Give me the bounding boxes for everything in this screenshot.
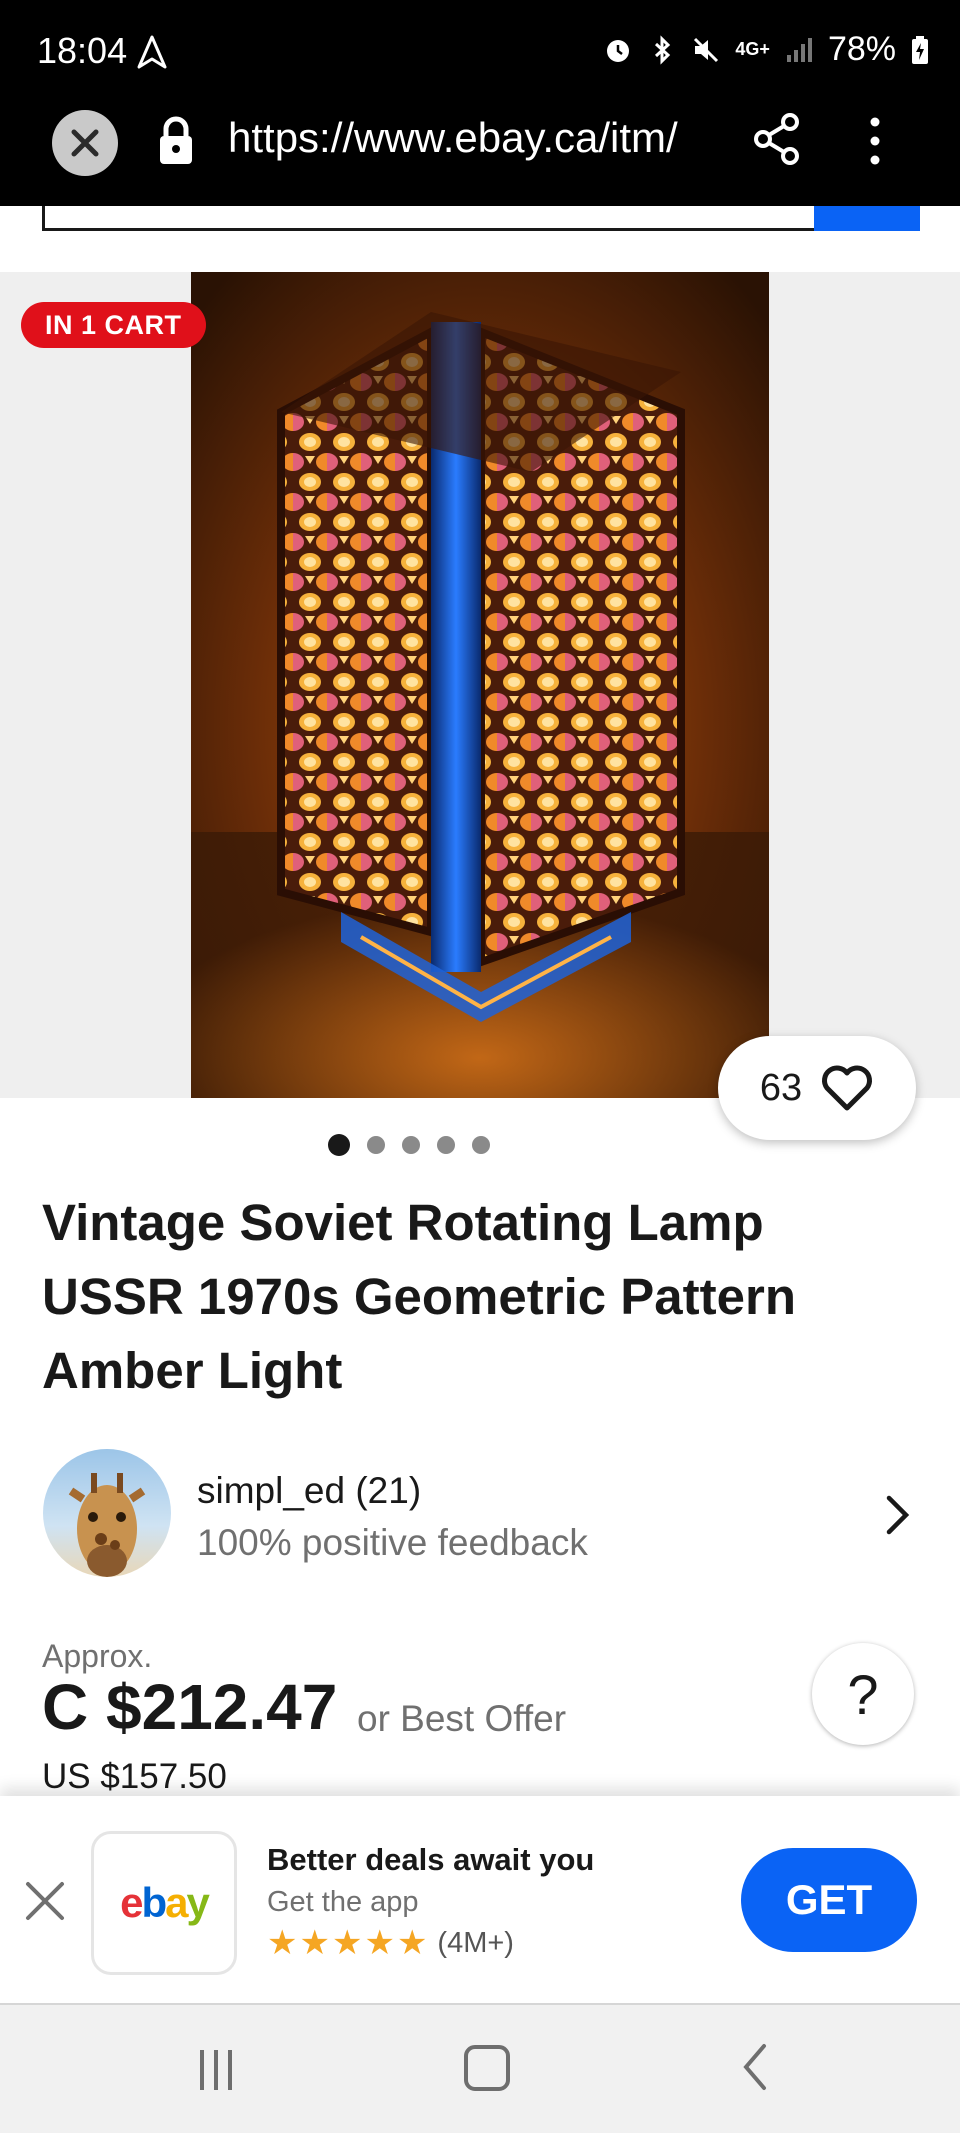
close-icon xyxy=(71,129,99,157)
star-icon: ★ xyxy=(364,1924,395,1962)
price-amount: C $212.47 xyxy=(42,1671,338,1743)
listing-title: Vintage Soviet Rotating Lamp USSR 1970s … xyxy=(42,1194,796,1399)
seller-name[interactable]: simpl_ed (21) xyxy=(197,1470,421,1512)
star-icon: ★ xyxy=(267,1924,298,1962)
seller-feedback: 100% positive feedback xyxy=(197,1522,588,1563)
pagination-dot[interactable] xyxy=(437,1136,455,1154)
seller-avatar[interactable] xyxy=(43,1449,171,1577)
bluetooth-icon xyxy=(655,34,671,65)
url-bar[interactable]: https://www.ebay.ca/itm/ xyxy=(228,114,678,162)
price-usd: US $157.50 xyxy=(42,1757,227,1796)
search-input[interactable] xyxy=(42,206,822,231)
close-icon[interactable] xyxy=(20,1876,70,1926)
ebay-app-logo: ebay xyxy=(91,1831,237,1975)
navigation-arrow-icon xyxy=(137,35,167,69)
alarm-icon xyxy=(607,39,630,62)
pagination-dot[interactable] xyxy=(367,1136,385,1154)
status-time: 18:04 xyxy=(37,30,128,71)
status-icons: 4G+ 78% xyxy=(603,30,930,69)
lock-icon[interactable] xyxy=(158,116,194,166)
signal-icon xyxy=(786,37,812,62)
product-photo[interactable] xyxy=(191,272,769,1098)
in-cart-badge: IN 1 CART xyxy=(21,302,206,348)
rating-count: (4M+) xyxy=(437,1926,514,1959)
back-icon[interactable] xyxy=(740,2042,770,2092)
star-icon: ★ xyxy=(331,1924,363,1962)
battery-icon xyxy=(912,35,928,64)
image-pagination[interactable] xyxy=(0,1134,818,1156)
pagination-dot[interactable] xyxy=(402,1136,420,1154)
search-button[interactable] xyxy=(814,206,920,231)
chevron-right-icon[interactable] xyxy=(882,1494,912,1536)
recents-icon[interactable] xyxy=(196,2048,236,2092)
get-app-button[interactable]: GET xyxy=(741,1848,917,1952)
app-rating: ★ ★ ★ ★ ★ (4M+) xyxy=(267,1926,514,1960)
pagination-dot[interactable] xyxy=(472,1136,490,1154)
banner-title: Better deals await you xyxy=(267,1842,595,1877)
heart-icon xyxy=(822,1065,873,1111)
battery-percent: 78% xyxy=(827,30,896,68)
help-button[interactable]: ? xyxy=(812,1643,914,1745)
best-offer-label: or Best Offer xyxy=(357,1698,567,1739)
mute-icon xyxy=(694,37,719,62)
pagination-dot[interactable] xyxy=(328,1134,350,1156)
home-icon[interactable] xyxy=(464,2045,510,2091)
share-icon[interactable] xyxy=(752,112,802,166)
banner-subtitle: Get the app xyxy=(267,1886,419,1918)
star-icon: ★ xyxy=(299,1924,330,1962)
more-vert-icon[interactable] xyxy=(860,114,890,168)
close-tab-button[interactable] xyxy=(52,110,118,176)
watch-count: 63 xyxy=(759,1066,803,1109)
network-type: 4G+ xyxy=(735,39,770,59)
watch-button[interactable]: 63 xyxy=(718,1036,916,1140)
star-icon: ★ xyxy=(396,1924,428,1962)
